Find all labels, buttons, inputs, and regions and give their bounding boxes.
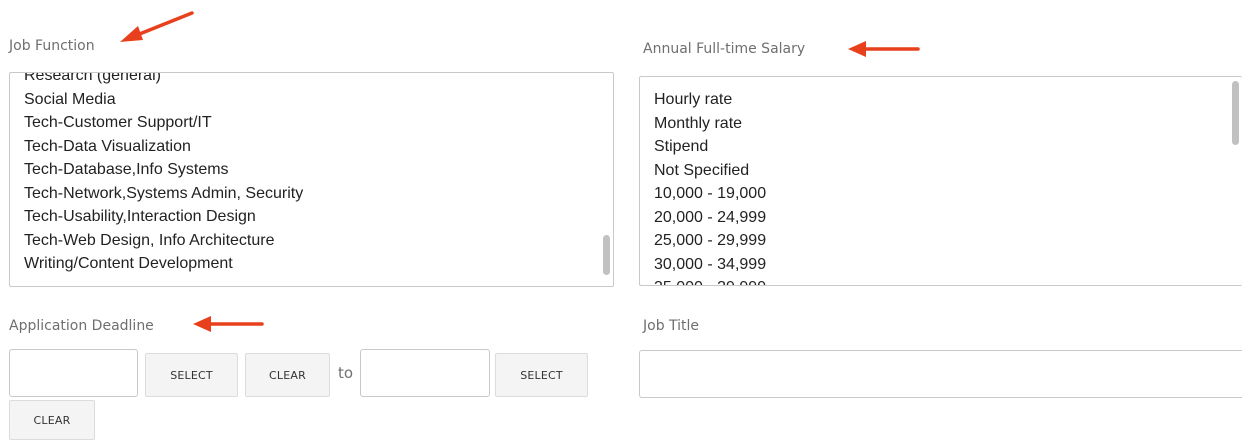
arrow-icon (848, 41, 920, 57)
annotation-arrows (120, 11, 920, 332)
arrow-icon (120, 11, 194, 42)
arrow-icon (193, 316, 264, 332)
